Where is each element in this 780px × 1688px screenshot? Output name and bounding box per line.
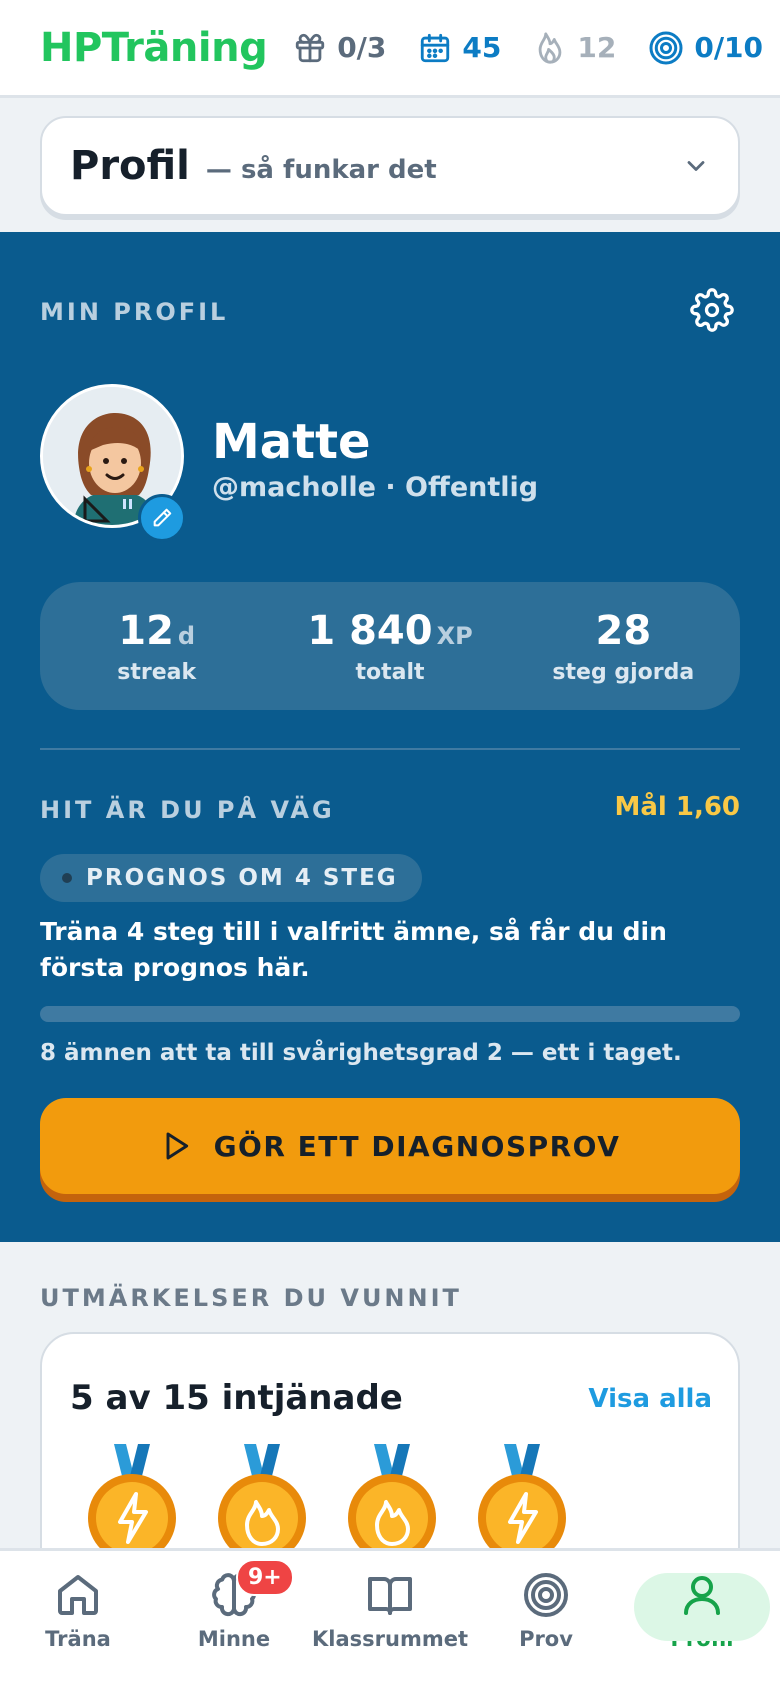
- nav-label-klassrummet: Klassrummet: [312, 1627, 468, 1651]
- goal-counter[interactable]: 0/10: [648, 30, 763, 66]
- gift-icon: [296, 33, 325, 62]
- diagnostic-test-label: GÖR ETT DIAGNOSPROV: [213, 1129, 621, 1163]
- calendar-icon: [421, 33, 450, 62]
- streak-count: 12: [577, 31, 617, 64]
- divider: [40, 748, 740, 750]
- stat-xp: 1 840 XP totalt: [273, 582, 506, 710]
- progress-bar: [40, 1006, 740, 1022]
- stat-streak: 12 d streak: [40, 582, 273, 710]
- stat-steps-value: 28: [595, 607, 652, 654]
- calendar-count: 45: [462, 31, 502, 64]
- chevron-down-icon: [687, 161, 705, 171]
- gift-count: 0/3: [337, 31, 387, 64]
- book-icon: [368, 1577, 412, 1615]
- app-logo[interactable]: HPTräning: [40, 25, 268, 71]
- awards-count: 5 av 15 intjänade: [70, 1378, 403, 1418]
- streak-counter[interactable]: 12: [533, 31, 616, 65]
- lightning-medal-icon[interactable]: [476, 1444, 568, 1564]
- bottom-nav: Träna 9+ Minne Klassrummet Prov Profil: [0, 1548, 780, 1688]
- my-profile-label: MIN PROFIL: [40, 298, 229, 326]
- target-icon: [649, 31, 683, 64]
- pencil-icon: [153, 508, 172, 527]
- stat-streak-value: 12: [118, 607, 174, 654]
- notification-badge: 9+: [236, 1559, 294, 1596]
- top-bar: HPTräning 0/3 45 12 0/10: [0, 0, 780, 98]
- goal-value[interactable]: Mål 1,60: [614, 792, 740, 822]
- nav-item-minne[interactable]: 9+ Minne: [156, 1551, 312, 1688]
- forecast-hint: Träna 4 steg till i valfritt ämne, så få…: [40, 917, 667, 982]
- stat-xp-value: 1 840: [307, 607, 433, 654]
- flame-icon: [539, 31, 562, 64]
- stat-streak-label: streak: [117, 659, 197, 685]
- nav-label-trana: Träna: [45, 1627, 111, 1651]
- nav-item-klassrummet[interactable]: Klassrummet: [312, 1551, 468, 1688]
- diagnostic-test-button[interactable]: GÖR ETT DIAGNOSPROV: [40, 1098, 740, 1194]
- stat-xp-unit: XP: [436, 621, 473, 650]
- awards-section-label: UTMÄRKELSER DU VUNNIT: [40, 1284, 462, 1312]
- target-icon: [524, 1573, 568, 1617]
- nav-label-minne: Minne: [197, 1627, 271, 1651]
- gift-counter[interactable]: 0/3: [293, 31, 386, 65]
- stat-steps-label: steg gjorda: [552, 659, 695, 685]
- profile-name: Matte: [212, 414, 371, 470]
- user-icon: [684, 1576, 720, 1615]
- guide-subtitle: — så funkar det: [205, 155, 437, 185]
- flame-medal-icon[interactable]: [346, 1444, 438, 1564]
- calendar-counter[interactable]: 45: [418, 31, 501, 65]
- goal-count: 0/10: [694, 31, 764, 64]
- edit-avatar-button[interactable]: [138, 494, 186, 542]
- stat-steps: 28 steg gjorda: [507, 582, 740, 710]
- nav-label-prov: Prov: [519, 1627, 573, 1651]
- subjects-remaining: 8 ämnen att ta till svårighetsgrad 2 — e…: [40, 1040, 682, 1066]
- flame-medal-icon[interactable]: [216, 1444, 308, 1564]
- profile-guide-toggle[interactable]: Profil — så funkar det: [40, 116, 740, 216]
- nav-item-trana[interactable]: Träna: [0, 1551, 156, 1688]
- profile-panel: MIN PROFIL Matte @macholle · Offentlig 1…: [0, 232, 780, 1242]
- gear-icon[interactable]: [690, 288, 734, 332]
- lightning-medal-icon[interactable]: [86, 1444, 178, 1564]
- nav-item-profil[interactable]: Profil: [624, 1551, 780, 1688]
- forecast-pill-label: PROGNOS OM 4 STEG: [86, 865, 398, 891]
- profile-stats: 12 d streak 1 840 XP totalt 28 steg gjorda: [40, 582, 740, 710]
- progress-section-label: HIT ÄR DU PÅ VÄG: [40, 796, 335, 824]
- status-dot: [62, 873, 72, 883]
- guide-title: Profil: [70, 143, 190, 189]
- stat-xp-label: totalt: [355, 659, 425, 685]
- stat-streak-unit: d: [177, 621, 196, 650]
- profile-handle: @macholle · Offentlig: [212, 472, 539, 503]
- home-icon: [58, 1575, 98, 1615]
- nav-item-prov[interactable]: Prov: [468, 1551, 624, 1688]
- play-icon: [166, 1132, 188, 1160]
- forecast-pill: PROGNOS OM 4 STEG: [40, 854, 422, 902]
- show-all-link[interactable]: Visa alla: [588, 1384, 712, 1414]
